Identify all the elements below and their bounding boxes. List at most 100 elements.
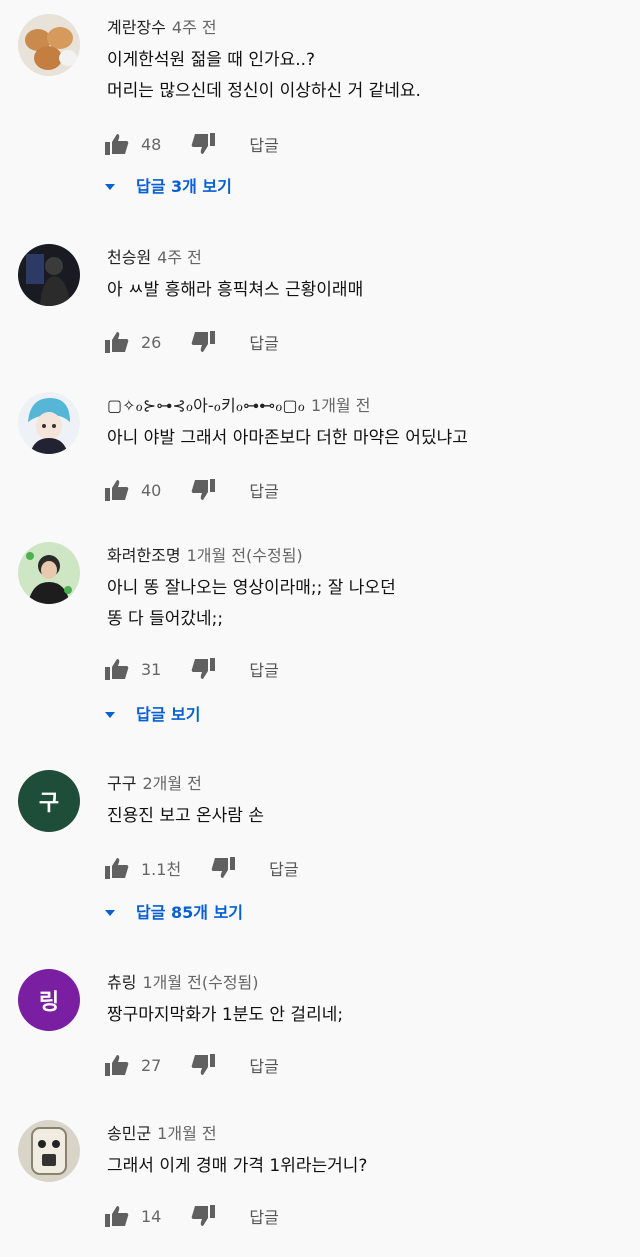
comment-line: 머리는 많으신데 정신이 이상하신 거 같네요.	[107, 81, 421, 101]
comment-header: 천승원 4주 전	[107, 244, 202, 268]
comment-header: ▢✧ℴ⊱⊶⊰ℴ아-ℴ키ℴ⊶⊷ℴ▢ℴ 1개월 전	[107, 392, 370, 416]
timestamp[interactable]: 1개월 전	[311, 396, 370, 415]
like-count: 40	[141, 480, 162, 500]
comment-actions: 1.1천 답글	[105, 852, 299, 884]
view-replies-label: 답글 3개 보기	[136, 177, 232, 196]
caret-down-icon	[104, 176, 116, 195]
thumbs-down-icon[interactable]	[191, 1205, 216, 1227]
comment-line: 똥 다 들어갔네;;	[107, 609, 224, 629]
avatar[interactable]	[18, 542, 80, 604]
reply-button[interactable]: 답글	[249, 1204, 278, 1228]
comment-actions: 26 답글	[105, 326, 279, 358]
eggs-avatar-icon	[18, 14, 80, 76]
view-replies-label: 답글 보기	[136, 705, 201, 724]
thumbs-up-icon[interactable]	[105, 1054, 129, 1076]
caret-down-icon	[104, 902, 116, 921]
author-name[interactable]: 구구	[107, 774, 136, 793]
comment-text: 아니 야발 그래서 아마존보다 더한 마약은 어딨냐고	[107, 423, 468, 454]
comment-thread: 송민군 1개월 전 그래서 이게 경매 가격 1위라는거니? 14 답글	[0, 1120, 640, 1240]
thumbs-up-icon[interactable]	[105, 658, 129, 680]
thumbs-up-icon[interactable]	[105, 331, 129, 353]
view-replies-button[interactable]: 답글 보기	[104, 699, 200, 727]
comment-line: 이게한석원 젊을 때 인가요..?	[107, 50, 316, 70]
reply-button[interactable]: 답글	[249, 1053, 278, 1077]
comment-thread: 구 구구 2개월 전 진용진 보고 온사람 손 1.1천 답글 답글 85개 보기	[0, 770, 640, 940]
avatar-letter: 링	[38, 990, 60, 1015]
avatar[interactable]	[18, 244, 80, 306]
timestamp[interactable]: 1개월 전	[157, 1124, 216, 1143]
like-count: 27	[141, 1055, 162, 1075]
reply-button[interactable]: 답글	[249, 132, 278, 156]
avatar[interactable]	[18, 14, 80, 76]
comment-actions: 14 답글	[105, 1200, 279, 1232]
thumbs-down-icon[interactable]	[211, 857, 236, 879]
timestamp[interactable]: 1개월 전(수정됨)	[142, 973, 258, 992]
comment-actions: 27 답글	[105, 1049, 279, 1081]
reply-button[interactable]: 답글	[269, 856, 298, 880]
reply-button[interactable]: 답글	[249, 657, 278, 681]
like-count: 48	[141, 134, 162, 154]
portrait-avatar-icon	[18, 542, 80, 604]
thumbs-up-icon[interactable]	[105, 857, 129, 879]
comment-thread: 화려한조명 1개월 전(수정됨) 아니 똥 잘나오는 영상이라매;; 잘 나오던 …	[0, 542, 640, 732]
comment-header: 계란장수 4주 전	[107, 14, 217, 38]
comment-thread: 천승원 4주 전 아 ㅆ발 흥해라 흥픽쳐스 근황이래매 26 답글	[0, 244, 640, 364]
comment-thread: ▢✧ℴ⊱⊶⊰ℴ아-ℴ키ℴ⊶⊷ℴ▢ℴ 1개월 전 아니 야발 그래서 아마존보다 더…	[0, 392, 640, 512]
comment-line: 그래서 이게 경매 가격 1위라는거니?	[107, 1156, 368, 1176]
timestamp[interactable]: 4주 전	[172, 18, 217, 37]
comment-actions: 31 답글	[105, 653, 279, 685]
comment-actions: 48 답글	[105, 128, 279, 160]
timestamp[interactable]: 2개월 전	[142, 774, 201, 793]
reply-button[interactable]: 답글	[249, 478, 278, 502]
reply-button[interactable]: 답글	[249, 330, 278, 354]
author-name[interactable]: 천승원	[107, 248, 151, 267]
view-replies-button[interactable]: 답글 3개 보기	[104, 171, 232, 199]
timestamp[interactable]: 4주 전	[157, 248, 202, 267]
comment-text: 아니 똥 잘나오는 영상이라매;; 잘 나오던 똥 다 들어갔네;;	[107, 573, 396, 635]
caret-down-icon	[104, 704, 116, 723]
comment-line: 아니 똥 잘나오는 영상이라매;; 잘 나오던	[107, 578, 396, 598]
thumbs-down-icon[interactable]	[191, 1054, 216, 1076]
thumbs-down-icon[interactable]	[191, 658, 216, 680]
anime-avatar-icon	[18, 392, 80, 454]
face-avatar-icon	[18, 1120, 80, 1182]
comment-header: 화려한조명 1개월 전(수정됨)	[107, 542, 303, 566]
thumbs-down-icon[interactable]	[191, 133, 216, 155]
avatar-letter: 구	[38, 791, 60, 816]
comment-thread: 계란장수 4주 전 이게한석원 젊을 때 인가요..? 머리는 많으신데 정신이 …	[0, 14, 640, 214]
avatar[interactable]: 구	[18, 770, 80, 832]
like-count: 1.1천	[141, 860, 182, 879]
view-replies-button[interactable]: 답글 85개 보기	[104, 897, 243, 925]
dark-figure-avatar-icon	[18, 244, 80, 306]
comment-header: 츄링 1개월 전(수정됨)	[107, 969, 259, 993]
comment-text: 그래서 이게 경매 가격 1위라는거니?	[107, 1151, 367, 1182]
thumbs-down-icon[interactable]	[191, 479, 216, 501]
thumbs-down-icon[interactable]	[191, 331, 216, 353]
author-name[interactable]: 츄링	[107, 973, 136, 992]
comment-text: 진용진 보고 온사람 손	[107, 801, 264, 832]
thumbs-up-icon[interactable]	[105, 479, 129, 501]
author-name[interactable]: 화려한조명	[107, 546, 181, 565]
avatar[interactable]	[18, 1120, 80, 1182]
thumbs-up-icon[interactable]	[105, 133, 129, 155]
comment-text: 짱구마지막화가 1분도 안 걸리네;	[107, 1000, 343, 1031]
comment-text: 이게한석원 젊을 때 인가요..? 머리는 많으신데 정신이 이상하신 거 같네…	[107, 45, 421, 107]
like-count: 14	[141, 1206, 162, 1226]
comment-thread: 링 츄링 1개월 전(수정됨) 짱구마지막화가 1분도 안 걸리네; 27 답글	[0, 969, 640, 1089]
comment-line: 아니 야발 그래서 아마존보다 더한 마약은 어딨냐고	[107, 428, 468, 448]
comment-line: 진용진 보고 온사람 손	[107, 806, 264, 826]
avatar[interactable]: 링	[18, 969, 80, 1031]
like-count: 31	[141, 659, 162, 679]
comment-line: 짱구마지막화가 1분도 안 걸리네;	[107, 1005, 344, 1025]
author-name[interactable]: 송민군	[107, 1124, 151, 1143]
comment-text: 아 ㅆ발 흥해라 흥픽쳐스 근황이래매	[107, 275, 363, 306]
view-replies-label: 답글 85개 보기	[136, 903, 244, 922]
avatar[interactable]	[18, 392, 80, 454]
comment-actions: 40 답글	[105, 474, 279, 506]
like-count: 26	[141, 332, 162, 352]
author-name[interactable]: 계란장수	[107, 18, 166, 37]
author-name[interactable]: ▢✧ℴ⊱⊶⊰ℴ아-ℴ키ℴ⊶⊷ℴ▢ℴ	[107, 396, 305, 415]
comment-header: 구구 2개월 전	[107, 770, 202, 794]
timestamp[interactable]: 1개월 전(수정됨)	[187, 546, 303, 565]
thumbs-up-icon[interactable]	[105, 1205, 129, 1227]
